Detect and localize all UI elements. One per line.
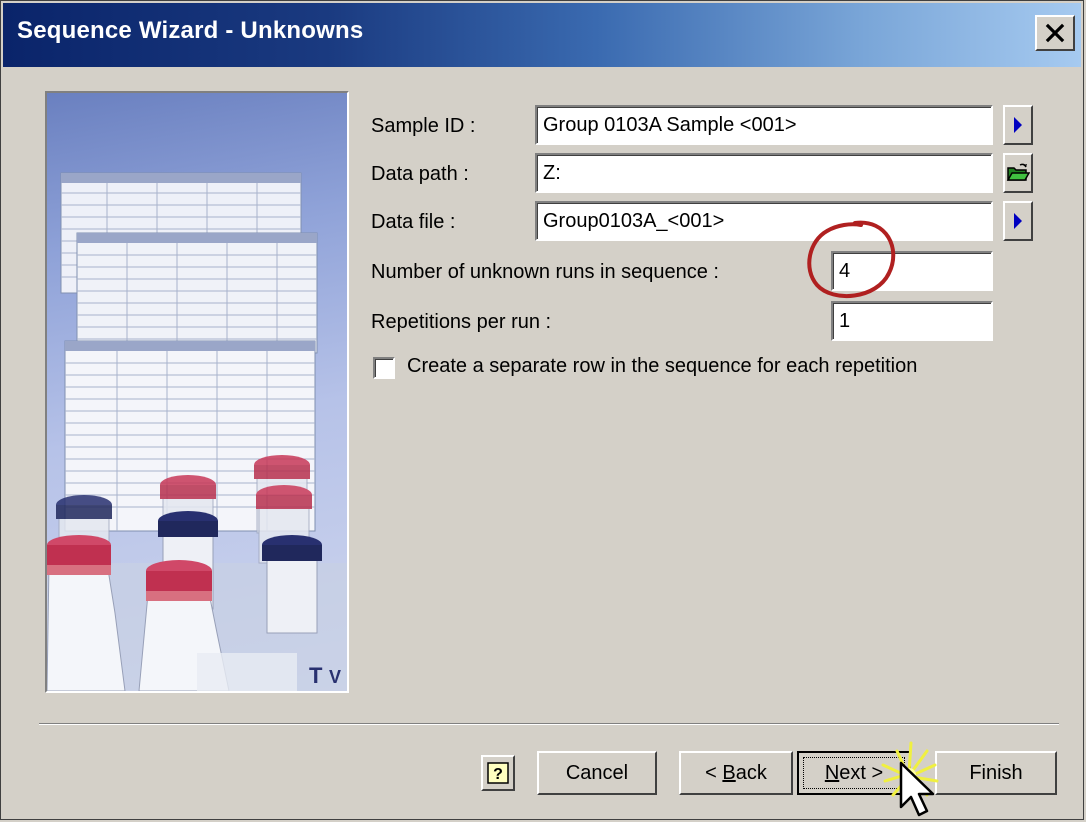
open-folder-icon xyxy=(1006,163,1030,181)
window-title: Sequence Wizard - Unknowns xyxy=(17,17,364,44)
repetitions-input[interactable] xyxy=(831,301,993,341)
svg-text:T: T xyxy=(309,663,323,688)
unknown-runs-input[interactable] xyxy=(831,251,993,291)
wizard-illustration: T V xyxy=(45,91,349,693)
svg-text:V: V xyxy=(329,667,341,687)
title-bar: Sequence Wizard - Unknowns xyxy=(3,3,1081,67)
finish-button[interactable]: Finish xyxy=(935,751,1057,795)
sample-id-input[interactable] xyxy=(535,105,993,145)
help-icon: ? xyxy=(487,762,509,784)
data-file-label: Data file : xyxy=(371,211,456,233)
arrow-right-icon xyxy=(1014,117,1022,133)
data-file-input[interactable] xyxy=(535,201,993,241)
data-path-label: Data path : xyxy=(371,163,469,185)
button-separator xyxy=(39,723,1059,725)
back-button[interactable]: < Back xyxy=(679,751,793,795)
repetitions-label: Repetitions per run : xyxy=(371,311,552,333)
help-button[interactable]: ? xyxy=(481,755,515,791)
arrow-right-icon xyxy=(1014,213,1022,229)
sequence-wizard-dialog: Sequence Wizard - Unknowns T V Sample ID… xyxy=(0,0,1084,820)
separate-row-checkbox[interactable] xyxy=(373,357,395,379)
data-file-insert-button[interactable] xyxy=(1003,201,1033,241)
close-button[interactable] xyxy=(1035,15,1075,51)
data-path-input[interactable] xyxy=(535,153,993,193)
cancel-button[interactable]: Cancel xyxy=(537,751,657,795)
separate-row-label: Create a separate row in the sequence fo… xyxy=(407,355,918,377)
sample-id-label: Sample ID : xyxy=(371,115,476,137)
unknown-runs-label: Number of unknown runs in sequence : xyxy=(371,261,719,283)
close-icon xyxy=(1045,23,1065,43)
sample-id-insert-button[interactable] xyxy=(1003,105,1033,145)
next-button[interactable]: Next > xyxy=(797,751,911,795)
browse-folder-button[interactable] xyxy=(1003,153,1033,193)
svg-text:?: ? xyxy=(493,766,503,783)
